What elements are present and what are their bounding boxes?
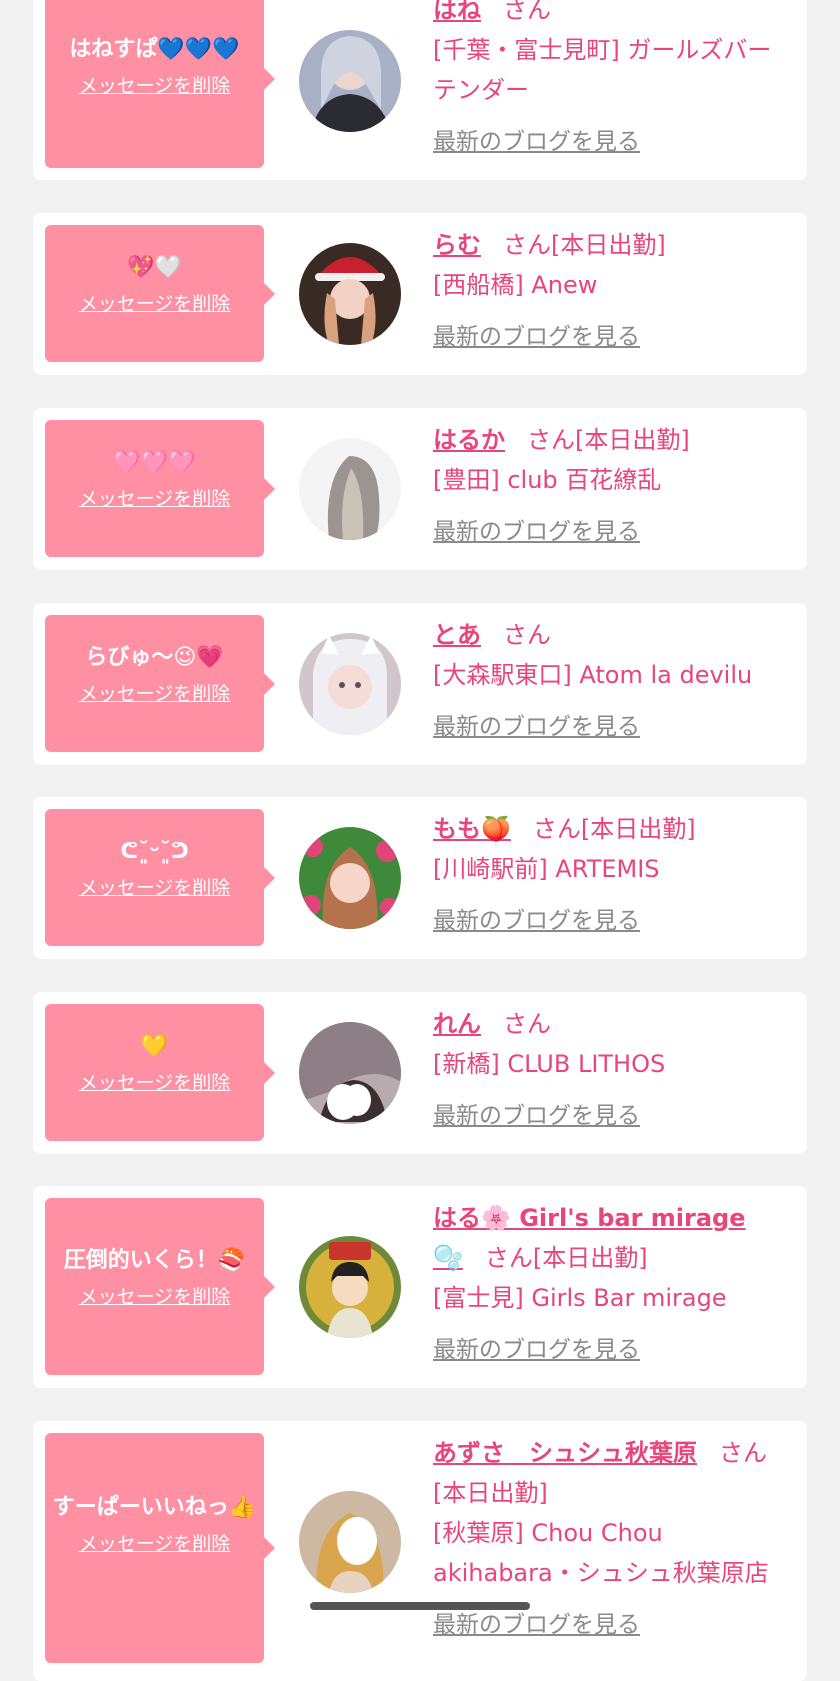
name-line: あずさ シュシュ秋葉原 さん [本日出勤] xyxy=(433,1433,789,1513)
sender-info: とあ さん [大森駅東口] Atom la devilu 最新のブログを見る xyxy=(433,615,789,741)
message-text: 圧倒的いくら！🍣 xyxy=(63,1248,246,1273)
honorific: さん xyxy=(527,426,575,454)
avatar[interactable] xyxy=(299,243,401,345)
message-bubble: ᕦ˘͈ᵕ˘͈ᕤ メッセージを削除 xyxy=(45,809,275,946)
latest-blog-link[interactable]: 最新のブログを見る xyxy=(433,122,640,156)
latest-blog-link[interactable]: 最新のブログを見る xyxy=(433,1096,640,1130)
name-line: らむ さん[本日出勤] xyxy=(433,225,789,265)
list-item: すーぱーいいねっ👍 メッセージを削除 あずさ シュシュ秋葉原 さん [本日出勤] [… xyxy=(33,1421,807,1681)
avatar[interactable] xyxy=(299,633,401,735)
honorific: さん xyxy=(503,1010,551,1038)
list-item: 🩷🩷🩷 メッセージを削除 はるか さん[本日出勤] [豊田] club 百花繚乱 … xyxy=(33,408,807,570)
sender-name-link[interactable]: らむ xyxy=(433,231,481,259)
sender-info: れん さん [新橋] CLUB LITHOS 最新のブログを見る xyxy=(433,1004,789,1130)
message-bubble: 🩷🩷🩷 メッセージを削除 xyxy=(45,420,275,557)
sender-info: はる🌸 Girl's bar mirage🫧 さん[本日出勤] [富士見] Gir… xyxy=(433,1198,789,1364)
shop-label: [千葉・富士見町] ガールズバー テンダー xyxy=(433,36,772,104)
sender-name-link[interactable]: はね xyxy=(433,0,481,24)
avatar[interactable] xyxy=(299,1236,401,1338)
delete-message-link[interactable]: メッセージを削除 xyxy=(79,873,231,900)
sender-name-link[interactable]: はるか xyxy=(433,426,505,454)
message-bubble: 圧倒的いくら！🍣 メッセージを削除 xyxy=(45,1198,275,1375)
shop-label: [西船橋] Anew xyxy=(433,271,598,299)
message-text: ᕦ˘͈ᵕ˘͈ᕤ xyxy=(120,839,189,864)
shop-label: [富士見] Girls Bar mirage xyxy=(433,1284,727,1312)
message-text: 💛 xyxy=(140,1034,169,1059)
status-badge: [本日出勤] xyxy=(433,1479,548,1507)
delete-message-link[interactable]: メッセージを削除 xyxy=(79,1282,231,1309)
honorific: さん xyxy=(503,0,551,24)
name-line: はね さん xyxy=(433,0,789,30)
name-line: もも🍑 さん[本日出勤] xyxy=(433,809,789,849)
sender-info: もも🍑 さん[本日出勤] [川崎駅前] ARTEMIS 最新のブログを見る xyxy=(433,809,789,935)
latest-blog-link[interactable]: 最新のブログを見る xyxy=(433,707,640,741)
list-item: ᕦ˘͈ᵕ˘͈ᕤ メッセージを削除 もも🍑 さん[本日出勤] [川崎駅前] ARTE… xyxy=(33,797,807,959)
message-text: はねすぱ💙💙💙 xyxy=(69,37,240,62)
name-line: とあ さん xyxy=(433,615,789,655)
delete-message-link[interactable]: メッセージを削除 xyxy=(79,289,231,316)
avatar[interactable] xyxy=(299,1491,401,1593)
shop-label: [川崎駅前] ARTEMIS xyxy=(433,855,660,883)
status-badge: [本日出勤] xyxy=(575,426,690,454)
message-bubble: らびゅ〜😉💗 メッセージを削除 xyxy=(45,615,275,752)
list-item: 圧倒的いくら！🍣 メッセージを削除 はる🌸 Girl's bar mirage🫧… xyxy=(33,1186,807,1388)
shop-label: [新橋] CLUB LITHOS xyxy=(433,1050,666,1078)
avatar[interactable] xyxy=(299,827,401,929)
message-bubble: はねすぱ💙💙💙 メッセージを削除 xyxy=(45,0,275,168)
name-line: はる🌸 Girl's bar mirage🫧 さん[本日出勤] xyxy=(433,1198,789,1278)
honorific: さん xyxy=(503,621,551,649)
honorific: さん xyxy=(532,815,581,843)
honorific: さん xyxy=(503,231,551,259)
list-item: はねすぱ💙💙💙 メッセージを削除 はね さん [千葉・富士見町] ガールズバー テ… xyxy=(33,0,807,180)
list-item: らびゅ〜😉💗 メッセージを削除 とあ さん [大森駅東口] Atom la dev… xyxy=(33,603,807,765)
message-text: すーぱーいいねっ👍 xyxy=(52,1495,257,1520)
sender-info: はね さん [千葉・富士見町] ガールズバー テンダー 最新のブログを見る xyxy=(433,0,789,156)
delete-message-link[interactable]: メッセージを削除 xyxy=(79,71,231,98)
avatar[interactable] xyxy=(299,438,401,540)
sender-info: はるか さん[本日出勤] [豊田] club 百花繚乱 最新のブログを見る xyxy=(433,420,789,546)
avatar[interactable] xyxy=(299,1022,401,1124)
sender-name-link[interactable]: あずさ シュシュ秋葉原 xyxy=(433,1439,697,1467)
shop-label: [豊田] club 百花繚乱 xyxy=(433,466,662,494)
message-bubble: すーぱーいいねっ👍 メッセージを削除 xyxy=(45,1433,275,1663)
latest-blog-link[interactable]: 最新のブログを見る xyxy=(433,317,640,351)
sender-info: らむ さん[本日出勤] [西船橋] Anew 最新のブログを見る xyxy=(433,225,789,351)
shop-label: [秋葉原] Chou Chou akihabara・シュシュ秋葉原店 xyxy=(433,1519,769,1587)
status-badge: [本日出勤] xyxy=(532,1244,648,1272)
list-item: 💛 メッセージを削除 れん さん [新橋] CLUB LITHOS 最新のブログを… xyxy=(33,992,807,1154)
status-badge: [本日出勤] xyxy=(580,815,696,843)
message-text: 🩷🩷🩷 xyxy=(113,450,196,475)
avatar[interactable] xyxy=(299,30,401,132)
delete-message-link[interactable]: メッセージを削除 xyxy=(79,484,231,511)
message-text: らびゅ〜😉💗 xyxy=(85,645,224,670)
message-bubble: 💛 メッセージを削除 xyxy=(45,1004,275,1141)
list-item: 💖🤍 メッセージを削除 らむ さん[本日出勤] [西船橋] Anew 最新のブログ… xyxy=(33,213,807,375)
message-bubble: 💖🤍 メッセージを削除 xyxy=(45,225,275,362)
delete-message-link[interactable]: メッセージを削除 xyxy=(79,679,231,706)
home-indicator[interactable] xyxy=(310,1602,530,1610)
status-badge: [本日出勤] xyxy=(551,231,666,259)
latest-blog-link[interactable]: 最新のブログを見る xyxy=(433,512,640,546)
shop-label: [大森駅東口] Atom la devilu xyxy=(433,661,753,689)
latest-blog-link[interactable]: 最新のブログを見る xyxy=(433,901,640,935)
message-text: 💖🤍 xyxy=(127,255,182,280)
latest-blog-link[interactable]: 最新のブログを見る xyxy=(433,1605,640,1639)
delete-message-link[interactable]: メッセージを削除 xyxy=(79,1068,231,1095)
latest-blog-link[interactable]: 最新のブログを見る xyxy=(433,1330,640,1364)
name-line: れん さん xyxy=(433,1004,789,1044)
sender-name-link[interactable]: とあ xyxy=(433,621,481,649)
honorific: さん xyxy=(484,1244,533,1272)
sender-name-link[interactable]: れん xyxy=(433,1010,481,1038)
name-line: はるか さん[本日出勤] xyxy=(433,420,789,460)
honorific: さん xyxy=(719,1439,767,1467)
sender-name-link[interactable]: もも🍑 xyxy=(433,815,511,843)
delete-message-link[interactable]: メッセージを削除 xyxy=(79,1529,231,1556)
